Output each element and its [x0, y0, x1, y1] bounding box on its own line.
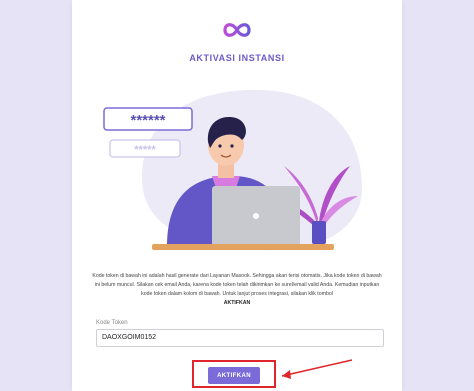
password-field-faded-illustration: ***** [109, 139, 181, 158]
left-background-panel [0, 0, 72, 391]
token-label: Kode Token [96, 320, 128, 326]
password-mask-bottom: ***** [134, 144, 156, 156]
activation-illustration: ****** ***** [103, 89, 362, 251]
instruction-text: Kode token di bawah ini adalah hasil gen… [92, 272, 382, 308]
instruction-emphasis: AKTIFKAN [223, 300, 251, 306]
desk-illustration [152, 244, 334, 250]
instruction-body: Kode token di bawah ini adalah hasil gen… [92, 273, 382, 297]
password-field-illustration: ****** [103, 107, 193, 131]
password-mask-top: ****** [130, 112, 165, 129]
activation-card: AKTIVASI INSTANSI ****** ***** Kode toke… [72, 0, 402, 391]
activate-button[interactable]: AKTIFKAN [208, 367, 260, 384]
token-input[interactable]: DAOXGOIM0152 [96, 329, 384, 347]
page-title: AKTIVASI INSTANSI [189, 53, 285, 63]
infinity-icon [223, 23, 251, 37]
right-background-panel [402, 0, 474, 391]
